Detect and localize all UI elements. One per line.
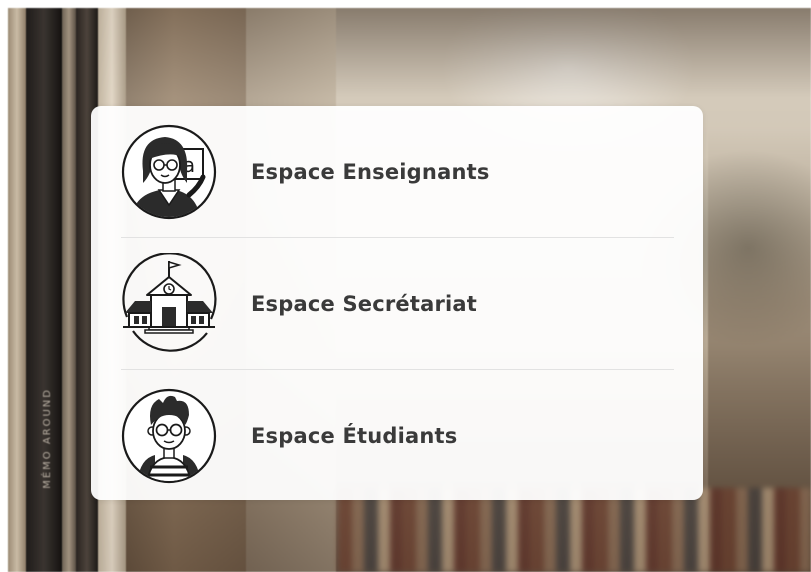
- book-spine-text: MÉMO AROUND: [42, 388, 53, 489]
- menu-item-label: Espace Étudiants: [251, 423, 458, 448]
- teacher-icon: a: [119, 121, 221, 223]
- menu-item-label: Espace Enseignants: [251, 159, 490, 184]
- menu-item-teachers[interactable]: a Espace Enseignants: [121, 106, 674, 237]
- menu-item-label: Espace Secrétariat: [251, 291, 478, 316]
- school-building-icon: [119, 251, 221, 355]
- space-selection-panel: a Espace Enseignants Espace Secrétariat …: [91, 106, 703, 500]
- student-icon: [119, 385, 221, 487]
- book-spine: [62, 8, 76, 572]
- book-spine: [8, 8, 26, 572]
- menu-item-students[interactable]: Espace Étudiants: [121, 370, 674, 501]
- menu-item-secretariat[interactable]: Espace Secrétariat: [121, 238, 674, 369]
